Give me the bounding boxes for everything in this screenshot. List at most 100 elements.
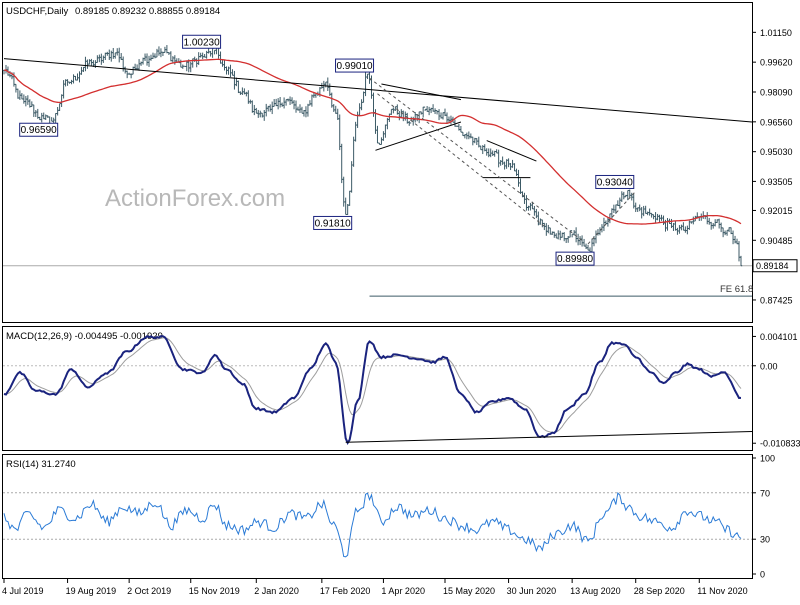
price-bar <box>708 217 711 225</box>
price-bar <box>680 224 683 231</box>
price-bar <box>606 217 610 227</box>
price-bar <box>711 222 715 229</box>
price-bar <box>618 197 622 209</box>
x-tick-label: 4 Jul 2019 <box>2 586 44 596</box>
price-bar <box>598 227 602 236</box>
price-bar <box>678 225 681 234</box>
price-bar <box>268 104 272 112</box>
macd-plot <box>3 335 753 446</box>
x-tick-label: 15 May 2020 <box>443 586 495 596</box>
price-bar <box>114 52 117 59</box>
y-tick-label: 1.01150 <box>760 28 792 38</box>
price-bar <box>459 126 463 133</box>
price-bar <box>739 255 743 267</box>
price-bar <box>4 64 8 74</box>
y-tick-label: 0.004101 <box>760 332 798 342</box>
price-bar <box>360 99 363 111</box>
y-tick-label: 0.00 <box>760 361 778 371</box>
price-label: 1.00230 <box>182 34 222 49</box>
price-bar <box>702 211 705 219</box>
price-bar <box>100 53 103 65</box>
ohlc-values: 0.89185 0.89232 0.88855 0.89184 <box>75 6 220 17</box>
price-bar <box>491 150 494 156</box>
price-bar <box>529 202 532 211</box>
price-bar <box>437 109 441 121</box>
price-bar <box>233 70 236 90</box>
price-bar <box>32 104 35 117</box>
price-bar <box>195 58 198 68</box>
price-bar <box>380 137 383 145</box>
price-bar <box>602 217 606 232</box>
price-bar <box>58 103 61 111</box>
ohlc-bars <box>2 44 743 267</box>
price-bar <box>237 80 240 94</box>
price-bar <box>686 225 689 235</box>
x-tick-label: 28 Sep 2020 <box>634 586 685 596</box>
price-bar <box>382 131 385 141</box>
y-tick-label: 0.87425 <box>760 295 793 305</box>
price-bar <box>20 93 24 100</box>
price-bar <box>137 59 141 71</box>
price-bar <box>338 114 341 151</box>
chart-root: ActionForex.com USDCHF,Daily 0.89185 0.8… <box>0 0 800 600</box>
price-bar <box>70 79 73 85</box>
y-tick-label: 0.90485 <box>760 236 793 246</box>
price-bar <box>294 100 298 113</box>
price-bar <box>535 208 538 219</box>
price-bar <box>449 115 453 125</box>
price-bar <box>40 112 43 123</box>
price-bar <box>435 110 439 115</box>
price-bar <box>2 69 6 75</box>
price-bar <box>235 77 238 87</box>
price-bar <box>398 110 401 121</box>
y-tick-label: 0.99620 <box>760 58 793 68</box>
price-bar <box>197 52 200 65</box>
price-bar <box>352 136 355 167</box>
price-bar <box>72 74 75 84</box>
price-bar <box>221 60 224 67</box>
price-bar <box>656 213 659 221</box>
rsi-title: RSI(14) 31.2740 <box>6 459 76 470</box>
price-bar <box>153 53 157 59</box>
fe-label: FE 61.8 <box>720 284 753 295</box>
x-tick-label: 11 Nov 2020 <box>697 586 747 596</box>
price-bar <box>533 205 536 216</box>
price-bar <box>425 106 429 112</box>
price-label: 0.96590 <box>19 122 59 137</box>
price-bar <box>259 110 262 118</box>
price-bar <box>731 230 735 245</box>
macd-panel-frame <box>2 326 753 451</box>
price-bar <box>501 156 504 165</box>
price-bar <box>362 91 365 103</box>
price-bar <box>149 54 153 61</box>
dashed-channel-line <box>377 93 545 227</box>
price-bar <box>628 189 631 199</box>
price-bar <box>384 124 387 138</box>
price-bar <box>334 105 337 114</box>
price-bar <box>199 52 202 58</box>
price-label: 0.89980 <box>555 251 595 266</box>
x-tick-label: 2 Jan 2020 <box>254 586 299 596</box>
price-bar <box>24 96 28 107</box>
y-tick-label: 0 <box>760 570 765 580</box>
watermark: ActionForex.com <box>105 185 285 212</box>
price-bar <box>648 208 651 216</box>
price-bar <box>112 47 115 59</box>
price-bar <box>348 190 351 206</box>
price-bar <box>650 212 653 218</box>
price-bar <box>308 100 312 106</box>
price-bar <box>706 212 709 225</box>
price-bar <box>76 73 79 81</box>
price-bar <box>261 112 264 118</box>
price-bar <box>300 106 304 114</box>
x-tick-label: 13 Aug 2020 <box>570 586 621 596</box>
svg-text:USDCHF,Daily 0.89185 0.892: USDCHF,Daily 0.89185 0.89232 0.88855 0.8… <box>6 6 220 17</box>
price-bar <box>96 55 99 63</box>
y-tick-label: 30 <box>760 535 770 545</box>
price-bar <box>78 71 81 83</box>
price-bar <box>638 204 641 212</box>
price-bar <box>340 143 343 184</box>
price-bar <box>304 106 308 118</box>
price-bar <box>108 49 111 61</box>
y-tick-label: 0.92015 <box>760 206 793 216</box>
